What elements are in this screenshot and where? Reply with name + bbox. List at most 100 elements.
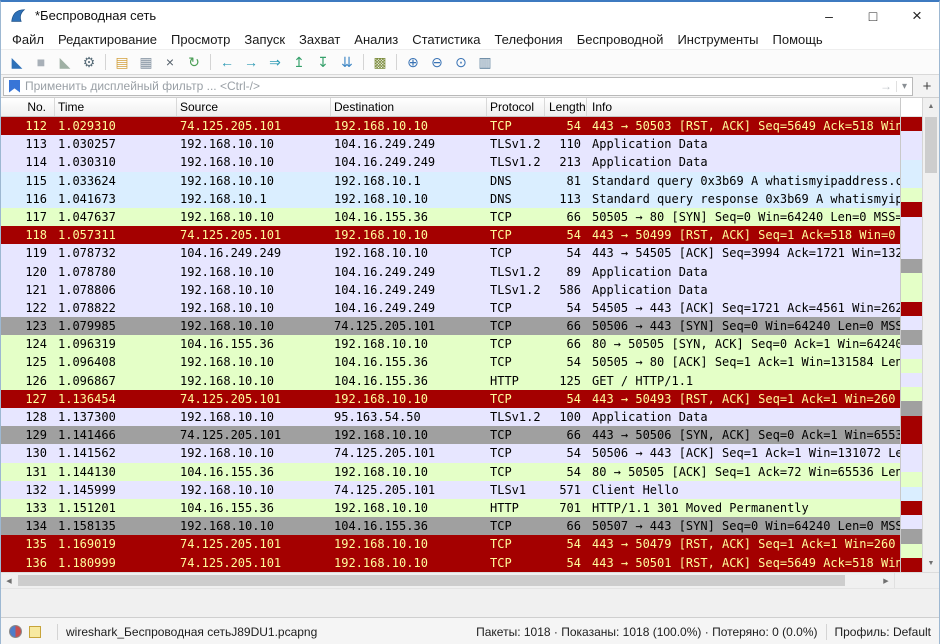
column-header-source[interactable]: Source — [177, 98, 331, 116]
scrollbar-minimap[interactable] — [900, 98, 922, 572]
horizontal-scrollbar-thumb[interactable] — [18, 575, 845, 586]
menu-item-edit[interactable]: Редактирование — [51, 32, 164, 47]
maximize-button[interactable]: □ — [851, 2, 895, 29]
capture-comment-icon[interactable] — [29, 626, 41, 638]
close-button[interactable]: × — [895, 2, 939, 29]
packet-row[interactable]: 1241.096319104.16.155.36192.168.10.10TCP… — [1, 335, 900, 353]
packet-row[interactable]: 1321.145999192.168.10.1074.125.205.101TL… — [1, 481, 900, 499]
menu-item-file[interactable]: Файл — [5, 32, 51, 47]
colorize-button[interactable]: ▩ — [369, 52, 391, 72]
packet-row[interactable]: 1171.047637192.168.10.10104.16.155.36TCP… — [1, 208, 900, 226]
go-forward-button[interactable]: → — [240, 52, 262, 72]
apply-filter-icon[interactable]: → — [876, 79, 896, 93]
cell-time: 1.144130 — [55, 463, 177, 481]
packet-row[interactable]: 1151.033624192.168.10.10192.168.10.1DNS8… — [1, 172, 900, 190]
packet-row[interactable]: 1141.030310192.168.10.10104.16.249.249TL… — [1, 153, 900, 171]
cell-protocol: TCP — [487, 317, 545, 335]
scroll-up-icon[interactable]: ▲ — [923, 98, 939, 115]
packet-row[interactable]: 1291.14146674.125.205.101192.168.10.10TC… — [1, 426, 900, 444]
packet-row[interactable]: 1281.137300192.168.10.1095.163.54.50TLSv… — [1, 408, 900, 426]
vertical-scrollbar-track[interactable] — [923, 115, 939, 555]
minimap-stripe — [901, 387, 922, 401]
scroll-down-icon[interactable]: ▼ — [923, 555, 939, 572]
menu-item-capture[interactable]: Захват — [292, 32, 347, 47]
cell-info: 50505 → 80 [SYN] Seq=0 Win=64240 Len=0 M… — [587, 208, 900, 226]
column-header-time[interactable]: Time — [55, 98, 177, 116]
vertical-scrollbar-thumb[interactable] — [925, 117, 937, 173]
packet-row[interactable]: 1351.16901974.125.205.101192.168.10.10TC… — [1, 535, 900, 553]
go-last-button[interactable]: ↧ — [312, 52, 334, 72]
profile-label[interactable]: Профиль: Default — [835, 625, 932, 639]
packet-row[interactable]: 1211.078806192.168.10.10104.16.249.249TL… — [1, 281, 900, 299]
menu-item-telephony[interactable]: Телефония — [487, 32, 569, 47]
cell-length: 89 — [545, 263, 587, 281]
open-file-button[interactable]: ▤ — [111, 52, 133, 72]
column-header-no[interactable]: No. — [1, 98, 55, 116]
packet-row[interactable]: 1121.02931074.125.205.101192.168.10.10TC… — [1, 117, 900, 135]
column-header-length[interactable]: Length — [545, 98, 587, 116]
column-header-protocol[interactable]: Protocol — [487, 98, 545, 116]
packet-row[interactable]: 1231.079985192.168.10.1074.125.205.101TC… — [1, 317, 900, 335]
restart-capture-button[interactable]: ◣ — [54, 52, 76, 72]
menu-item-tools[interactable]: Инструменты — [670, 32, 765, 47]
packet-row[interactable]: 1311.144130104.16.155.36192.168.10.10TCP… — [1, 463, 900, 481]
expert-info-icon[interactable] — [9, 625, 22, 638]
column-header-info[interactable]: Info — [587, 98, 900, 116]
menu-item-help[interactable]: Помощь — [766, 32, 830, 47]
packet-row[interactable]: 1161.041673192.168.10.1192.168.10.10DNS1… — [1, 190, 900, 208]
display-filter-input[interactable] — [25, 79, 876, 94]
go-first-button[interactable]: ↥ — [288, 52, 310, 72]
cell-time: 1.169019 — [55, 535, 177, 553]
menu-item-wireless[interactable]: Беспроводной — [570, 32, 671, 47]
cell-destination: 192.168.10.10 — [331, 426, 487, 444]
menu-item-statistics[interactable]: Статистика — [405, 32, 487, 47]
cell-length: 586 — [545, 281, 587, 299]
minimize-button[interactable]: – — [807, 2, 851, 29]
vertical-scrollbar[interactable]: ▲ ▼ — [922, 98, 939, 572]
packet-row[interactable]: 1301.141562192.168.10.1074.125.205.101TC… — [1, 444, 900, 462]
packet-row[interactable]: 1361.18099974.125.205.101192.168.10.10TC… — [1, 554, 900, 572]
packet-row[interactable]: 1201.078780192.168.10.10104.16.249.249TL… — [1, 263, 900, 281]
zoom-out-button[interactable]: ⊖ — [426, 52, 448, 72]
cell-info: Application Data — [587, 153, 900, 171]
auto-scroll-button[interactable]: ⇊ — [336, 52, 358, 72]
filter-dropdown-arrow-icon[interactable]: ▾ — [896, 81, 912, 92]
cell-info: 443 → 54505 [ACK] Seq=3994 Ack=1721 Win=… — [587, 244, 900, 262]
cell-length: 54 — [545, 535, 587, 553]
horizontal-scrollbar[interactable]: ◀ ▶ — [1, 572, 939, 588]
packet-row[interactable]: 1271.13645474.125.205.101192.168.10.10TC… — [1, 390, 900, 408]
add-filter-button[interactable]: + — [917, 77, 937, 96]
reload-file-button[interactable]: ↻ — [183, 52, 205, 72]
save-file-button[interactable]: ▦ — [135, 52, 157, 72]
resize-columns-button[interactable]: ▥ — [474, 52, 496, 72]
zoom-in-button[interactable]: ⊕ — [402, 52, 424, 72]
menu-item-go[interactable]: Запуск — [237, 32, 292, 47]
column-header-destination[interactable]: Destination — [331, 98, 487, 116]
packet-row[interactable]: 1181.05731174.125.205.101192.168.10.10TC… — [1, 226, 900, 244]
packet-row[interactable]: 1251.096408192.168.10.10104.16.155.36TCP… — [1, 353, 900, 371]
cell-length: 54 — [545, 117, 587, 135]
go-to-packet-button[interactable]: ⇒ — [264, 52, 286, 72]
cell-source: 104.16.155.36 — [177, 499, 331, 517]
display-filter-field[interactable]: → ▾ — [3, 77, 913, 96]
packet-row[interactable]: 1191.078732104.16.249.249192.168.10.10TC… — [1, 244, 900, 262]
menu-item-view[interactable]: Просмотр — [164, 32, 237, 47]
filter-bookmark-icon[interactable] — [9, 80, 20, 93]
scroll-right-icon[interactable]: ▶ — [878, 573, 894, 588]
stop-capture-button[interactable]: ■ — [30, 52, 52, 72]
start-capture-button[interactable]: ◣ — [6, 52, 28, 72]
packet-row[interactable]: 1131.030257192.168.10.10104.16.249.249TL… — [1, 135, 900, 153]
packet-row[interactable]: 1261.096867192.168.10.10104.16.155.36HTT… — [1, 372, 900, 390]
menu-item-analyze[interactable]: Анализ — [347, 32, 405, 47]
scroll-left-icon[interactable]: ◀ — [1, 573, 17, 588]
minimap-stripe — [901, 359, 922, 373]
packet-row[interactable]: 1221.078822192.168.10.10104.16.249.249TC… — [1, 299, 900, 317]
packet-row[interactable]: 1341.158135192.168.10.10104.16.155.36TCP… — [1, 517, 900, 535]
packet-row[interactable]: 1331.151201104.16.155.36192.168.10.10HTT… — [1, 499, 900, 517]
go-back-button[interactable]: ← — [216, 52, 238, 72]
close-file-button[interactable]: × — [159, 52, 181, 72]
zoom-original-button[interactable]: ⊙ — [450, 52, 472, 72]
cell-destination: 192.168.10.10 — [331, 554, 487, 572]
capture-options-button[interactable]: ⚙ — [78, 52, 100, 72]
horizontal-scrollbar-track[interactable] — [17, 573, 878, 588]
